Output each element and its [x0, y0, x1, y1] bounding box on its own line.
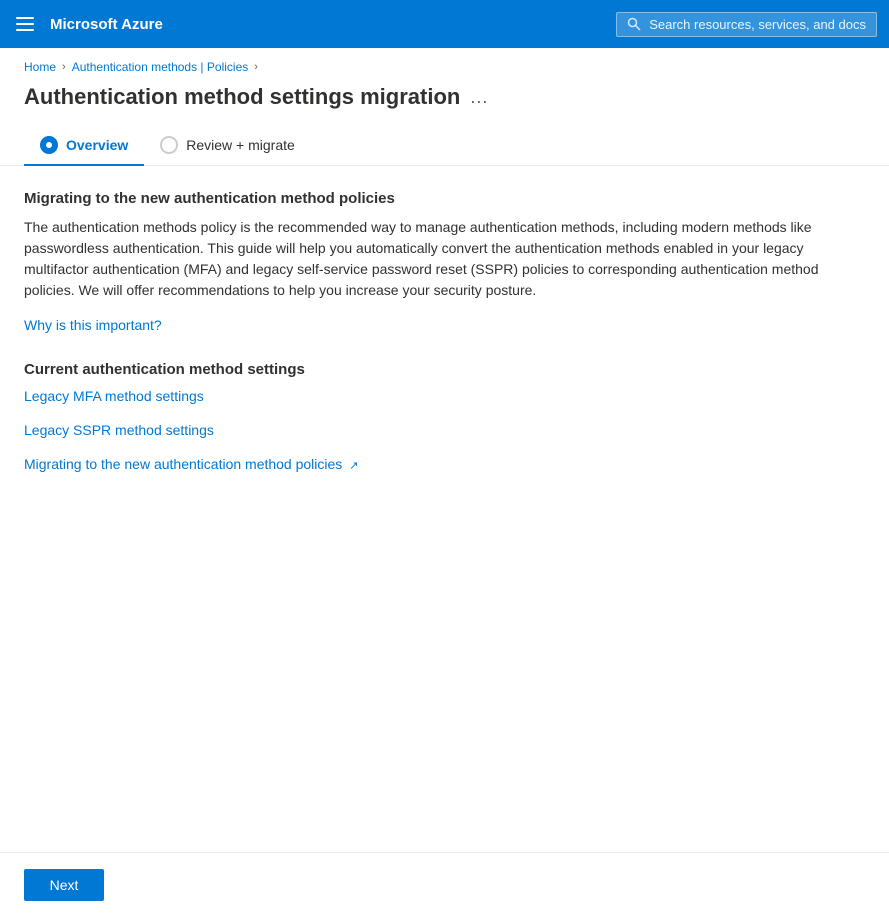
- why-important-link[interactable]: Why is this important?: [24, 317, 162, 333]
- main-heading: Migrating to the new authentication meth…: [24, 190, 865, 207]
- hamburger-menu[interactable]: [12, 11, 38, 37]
- page-header: Authentication method settings migration…: [0, 80, 889, 126]
- topbar: Microsoft Azure Search resources, servic…: [0, 0, 889, 48]
- current-settings-heading: Current authentication method settings: [24, 361, 865, 378]
- next-button[interactable]: Next: [24, 869, 104, 901]
- page-title: Authentication method settings migration: [24, 84, 460, 110]
- tab-overview-label: Overview: [66, 137, 128, 153]
- main-content: Home › Authentication methods | Policies…: [0, 48, 889, 917]
- breadcrumb-sep-1: ›: [62, 61, 66, 73]
- legacy-sspr-link[interactable]: Legacy SSPR method settings: [24, 422, 214, 438]
- breadcrumb-parent[interactable]: Authentication methods | Policies: [72, 60, 249, 74]
- breadcrumb-home[interactable]: Home: [24, 60, 56, 74]
- current-settings-section: Current authentication method settings L…: [24, 361, 865, 472]
- app-logo: Microsoft Azure: [50, 16, 163, 33]
- migrating-policies-link[interactable]: Migrating to the new authentication meth…: [24, 456, 358, 472]
- link-item-migrating: Migrating to the new authentication meth…: [24, 456, 865, 472]
- description-text: The authentication methods policy is the…: [24, 217, 844, 301]
- search-placeholder: Search resources, services, and docs: [649, 17, 866, 32]
- link-item-sspr: Legacy SSPR method settings: [24, 422, 865, 438]
- external-link-icon: ↗: [349, 459, 358, 472]
- tab-review-indicator: [160, 136, 178, 154]
- search-icon: [627, 17, 641, 31]
- link-item-mfa: Legacy MFA method settings: [24, 388, 865, 404]
- search-bar[interactable]: Search resources, services, and docs: [616, 12, 877, 37]
- breadcrumb: Home › Authentication methods | Policies…: [0, 48, 889, 80]
- tab-overview[interactable]: Overview: [24, 126, 144, 166]
- page-body: Migrating to the new authentication meth…: [0, 166, 889, 852]
- footer: Next: [0, 852, 889, 917]
- more-options-button[interactable]: ...: [470, 87, 488, 108]
- migrating-policies-label: Migrating to the new authentication meth…: [24, 456, 342, 472]
- breadcrumb-sep-2: ›: [254, 61, 258, 73]
- tab-review-migrate[interactable]: Review + migrate: [144, 126, 311, 166]
- tabs-bar: Overview Review + migrate: [0, 126, 889, 166]
- tab-overview-indicator: [40, 136, 58, 154]
- legacy-mfa-link[interactable]: Legacy MFA method settings: [24, 388, 204, 404]
- tab-review-label: Review + migrate: [186, 137, 295, 153]
